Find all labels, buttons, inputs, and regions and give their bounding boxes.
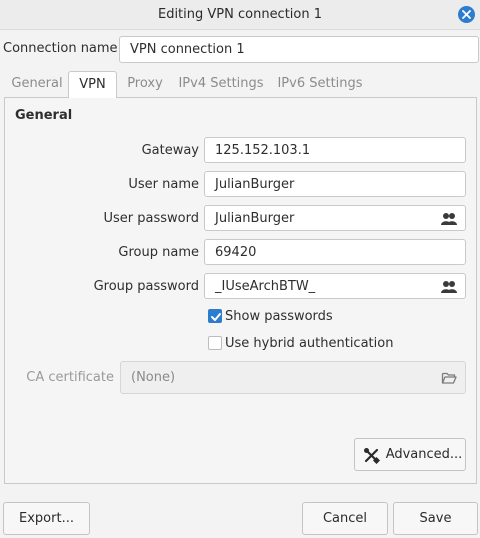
- user-password-value: JulianBurger: [215, 211, 295, 226]
- show-passwords-checkbox[interactable]: [208, 309, 222, 323]
- group-password-label: Group password: [93, 279, 199, 294]
- advanced-button-label: Advanced...: [385, 447, 463, 462]
- show-passwords-label[interactable]: Show passwords: [225, 309, 333, 324]
- tools-icon: [364, 448, 380, 464]
- tab-ipv6-settings[interactable]: IPv6 Settings: [274, 71, 366, 97]
- checkmark-icon: [211, 313, 221, 321]
- close-button[interactable]: [458, 6, 475, 23]
- connection-name-label: Connection name: [3, 41, 118, 56]
- hybrid-auth-checkbox[interactable]: [208, 336, 222, 350]
- gateway-value: 125.152.103.1: [215, 143, 311, 158]
- ca-certificate-chooser[interactable]: (None): [120, 361, 466, 394]
- export-button-label: Export...: [19, 511, 74, 526]
- user-password-input[interactable]: JulianBurger: [204, 205, 466, 231]
- group-name-value: 69420: [215, 245, 257, 260]
- ca-certificate-label: CA certificate: [26, 370, 114, 385]
- tab-bar: General VPN Proxy IPv4 Settings IPv6 Set…: [0, 71, 480, 98]
- group-name-label: Group name: [118, 245, 199, 260]
- tab-proxy[interactable]: Proxy: [122, 71, 168, 97]
- save-button[interactable]: Save: [393, 502, 478, 535]
- user-name-value: JulianBurger: [215, 177, 295, 192]
- user-password-label: User password: [103, 211, 199, 226]
- section-title-general: General: [15, 108, 73, 123]
- folder-open-icon: [441, 372, 457, 384]
- user-name-input[interactable]: JulianBurger: [204, 171, 466, 197]
- cancel-button-label: Cancel: [322, 511, 368, 526]
- group-name-input[interactable]: 69420: [204, 239, 466, 265]
- title-bar: Editing VPN connection 1: [0, 0, 480, 30]
- advanced-button[interactable]: Advanced...: [354, 438, 466, 471]
- save-button-label: Save: [419, 511, 452, 526]
- password-storage-icon[interactable]: [441, 279, 457, 295]
- group-password-input[interactable]: _IUseArchBTW_: [204, 273, 466, 299]
- hybrid-auth-label[interactable]: Use hybrid authentication: [225, 336, 393, 351]
- group-password-value: _IUseArchBTW_: [215, 279, 316, 294]
- password-storage-icon[interactable]: [441, 211, 457, 227]
- close-icon: [462, 10, 471, 19]
- tab-general[interactable]: General: [8, 71, 66, 97]
- tab-ipv4-settings[interactable]: IPv4 Settings: [176, 71, 266, 97]
- user-name-label: User name: [128, 177, 199, 192]
- cancel-button[interactable]: Cancel: [302, 502, 388, 535]
- gateway-label: Gateway: [141, 143, 199, 158]
- tab-vpn[interactable]: VPN: [68, 71, 117, 98]
- connection-name-input[interactable]: VPN connection 1: [119, 36, 479, 63]
- gateway-input[interactable]: 125.152.103.1: [204, 137, 466, 163]
- window-title: Editing VPN connection 1: [157, 7, 323, 22]
- connection-name-value: VPN connection 1: [130, 42, 245, 57]
- ca-certificate-value: (None): [131, 370, 176, 385]
- export-button[interactable]: Export...: [3, 502, 90, 535]
